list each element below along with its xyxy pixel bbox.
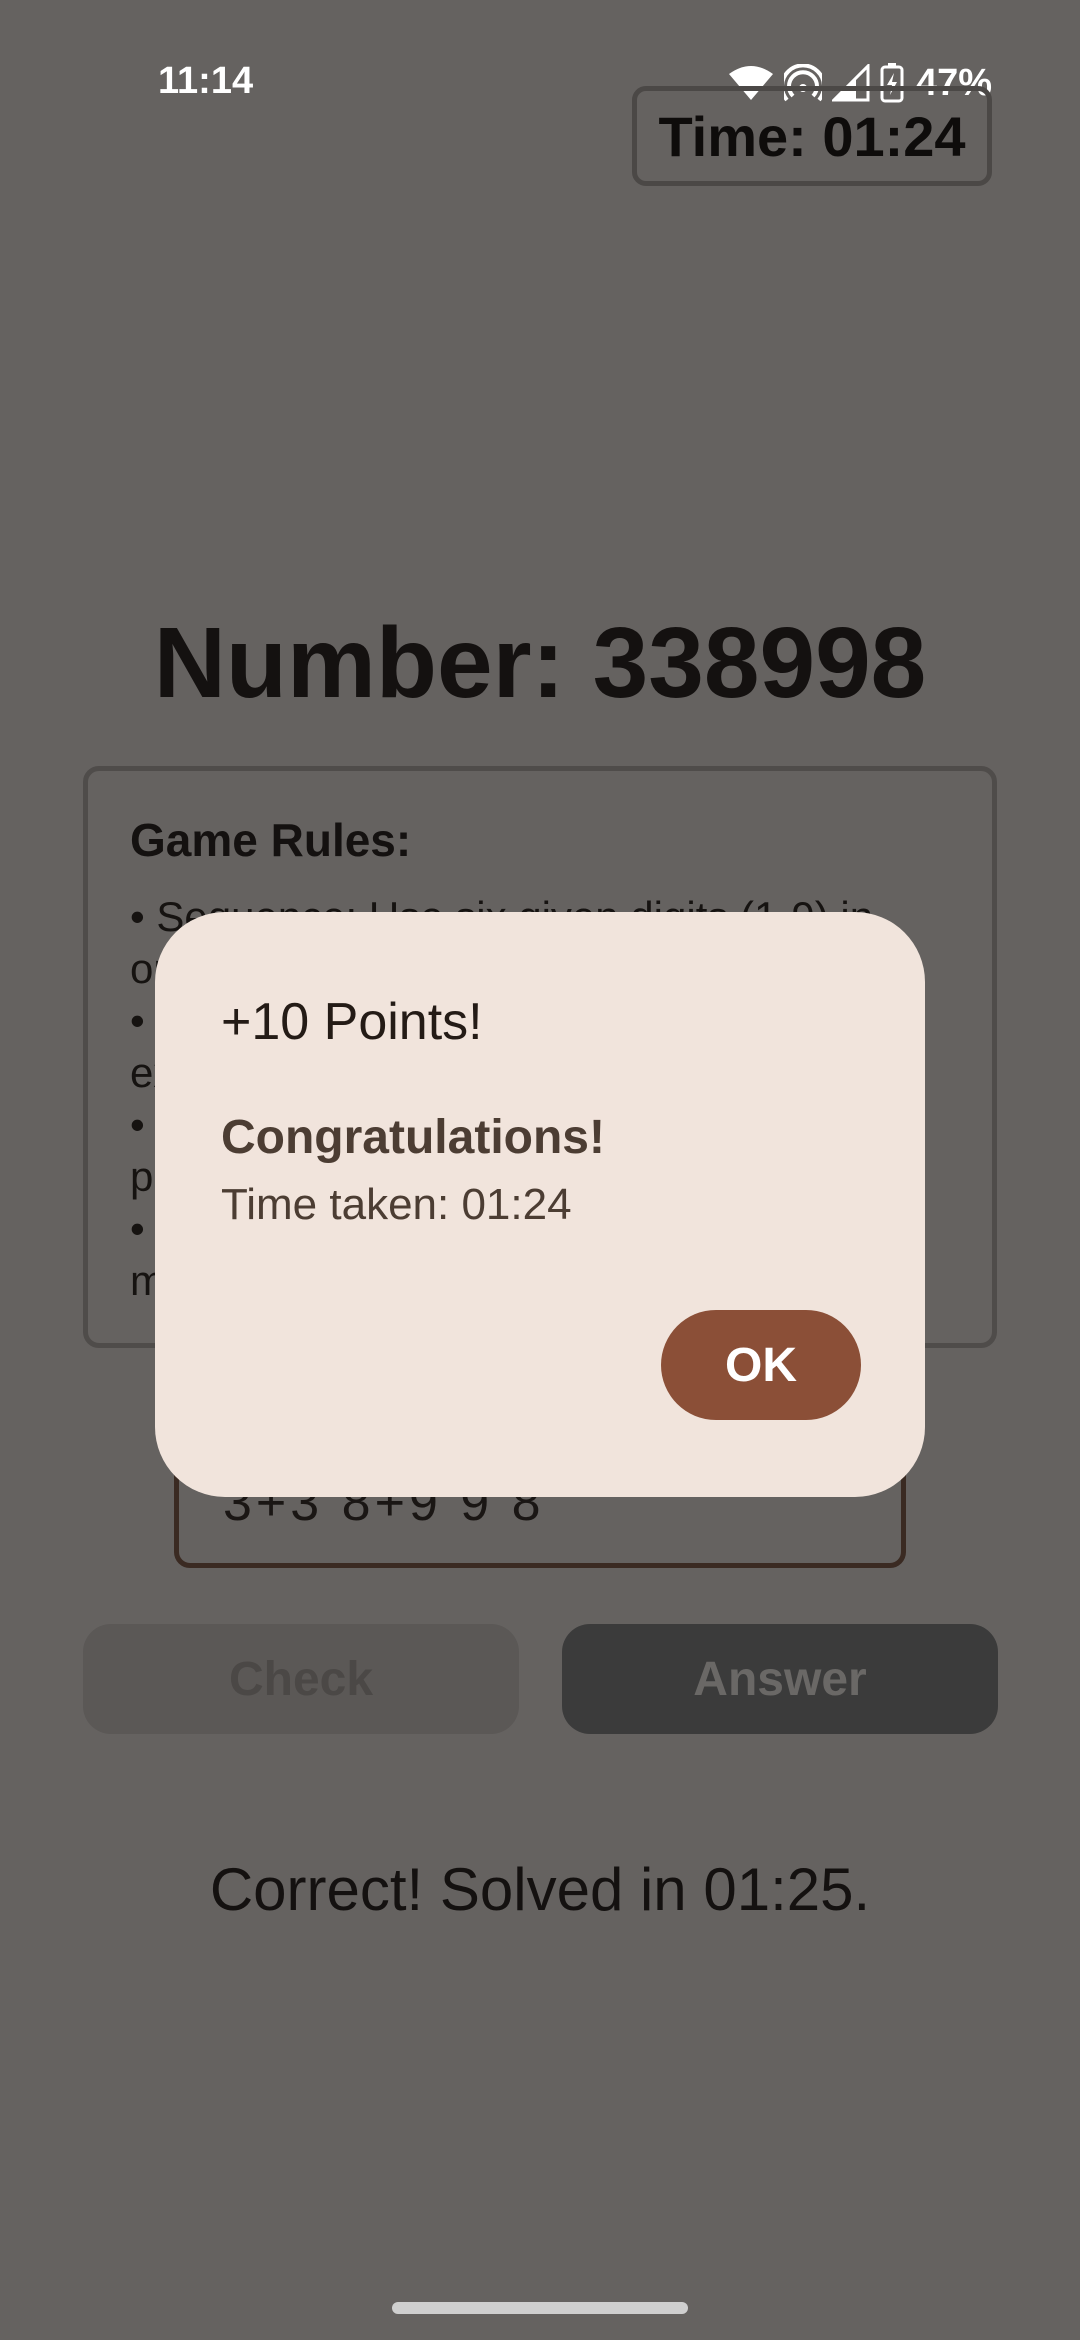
result-message: Correct! Solved in 01:25. (209, 1856, 871, 1923)
check-button[interactable]: Check (83, 1624, 519, 1734)
ok-button[interactable]: OK (661, 1310, 861, 1420)
timer-display: Time: 01:24 (632, 86, 992, 186)
answer-button[interactable]: Answer (562, 1624, 998, 1734)
dialog-heading: Congratulations! (221, 1111, 605, 1164)
target-number: Number: 338998 (153, 607, 927, 719)
dialog-title: +10 Points! (221, 993, 483, 1051)
dialog-body: Time taken: 01:24 (221, 1180, 572, 1229)
home-indicator[interactable] (392, 2302, 688, 2314)
success-dialog: +10 Points! Congratulations! Time taken:… (155, 912, 925, 1497)
status-time: 11:14 (158, 60, 254, 102)
rules-title: Game Rules: (130, 814, 412, 866)
